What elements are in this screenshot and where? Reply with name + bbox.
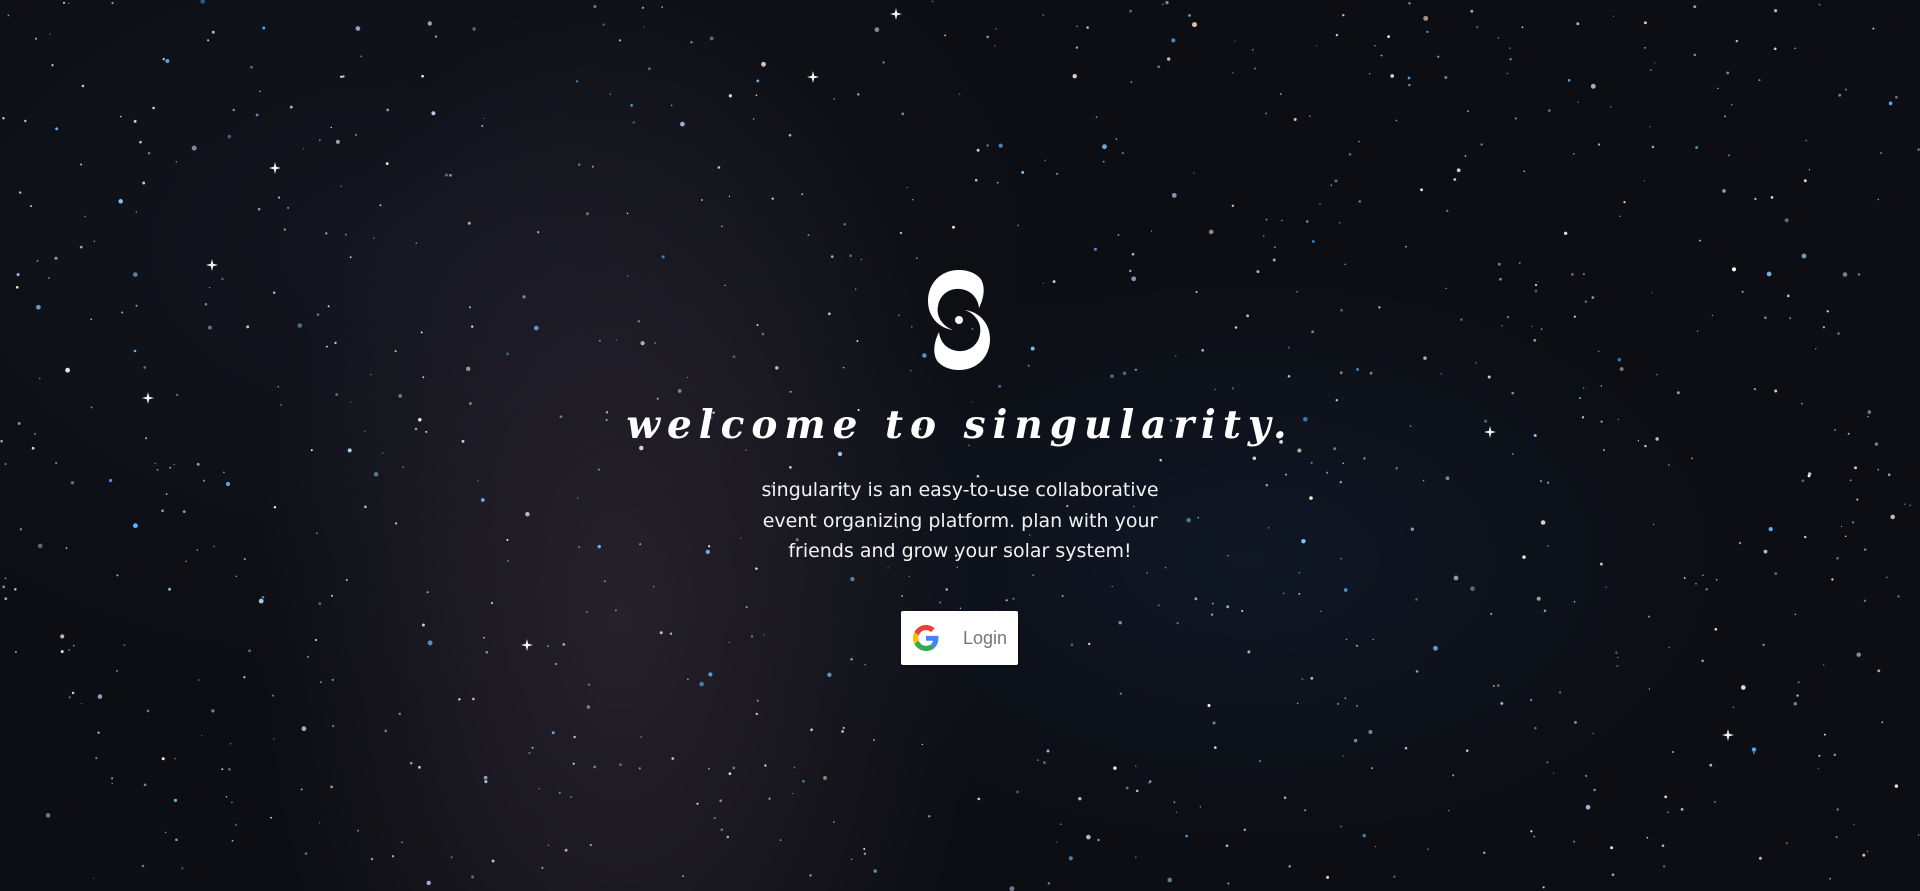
google-login-button[interactable]: Login xyxy=(901,611,1018,665)
google-icon xyxy=(913,625,939,651)
page-description: singularity is an easy-to-use collaborat… xyxy=(761,479,1159,562)
singularity-logo xyxy=(928,270,990,370)
hero-section: welcome to singularity. singularity is a… xyxy=(0,0,1920,891)
page-title: welcome to singularity. xyxy=(626,402,1294,448)
login-button-label: Login xyxy=(963,627,1008,648)
